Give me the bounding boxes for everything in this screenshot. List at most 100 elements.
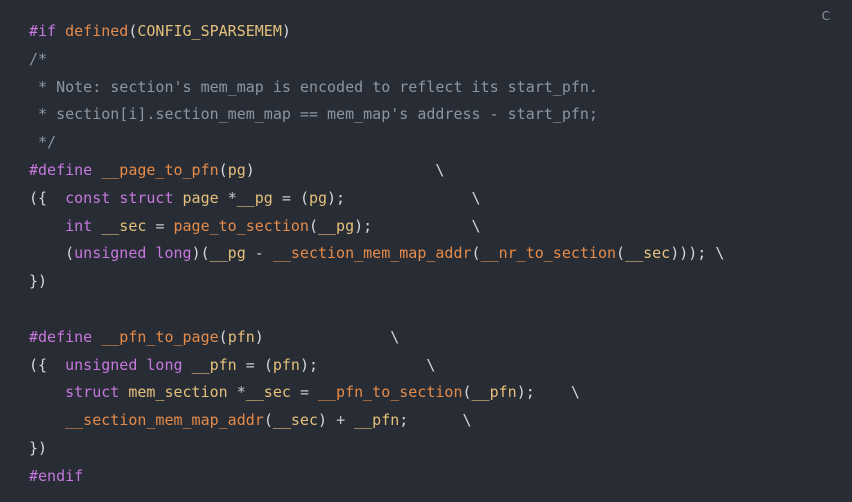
code-token: * Note: section's mem_map is encoded to … [29,77,598,96]
code-token: defined [65,22,129,40]
code-token: ({ [29,355,66,374]
code-token: \ [372,216,481,235]
code-token: #define [29,160,102,179]
code-token: + [336,411,355,430]
code-token: ))); \ [670,244,725,263]
code-token: page [182,188,228,207]
code-token: = [299,383,318,402]
code-line: __section_mem_map_addr(__sec) + __pfn; \ [29,407,724,435]
code-token: __pfn [471,383,517,402]
code-line: }) [29,435,724,463]
code-block: C #if defined ( CONFIG_SPARSEMEM) /* * Note… [0,0,852,502]
code-token: \ [263,327,400,346]
code-line: /* [29,46,724,74]
code-token: ( [299,188,309,207]
code-token: ) [318,411,337,430]
code-line: ({ const struct page *__pg = (pg); \ [29,185,724,213]
code-line: }) [29,268,724,296]
code-token: int [65,216,102,235]
code-token: __sec [625,244,671,263]
code-token: __section_mem_map_addr [272,244,472,263]
code-token: __section_mem_map_addr [65,411,264,430]
code-token: long [146,355,192,374]
code-content: #if defined ( CONFIG_SPARSEMEM) /* * Note: … [29,18,724,491]
code-token: unsigned [65,355,147,374]
code-token: ( [218,160,228,179]
code-token: __sec [272,411,318,430]
code-token: const [65,188,120,207]
code-token: \ [254,160,445,179]
code-token: }) [29,438,48,457]
code-token: __sec [101,216,156,235]
code-line: ({ unsigned long __pfn = (pfn); \ [29,352,724,380]
code-token: unsigned [74,244,156,263]
code-token: \ [345,188,481,207]
code-token: /* [29,49,48,68]
code-token: pfn [227,327,255,346]
code-token: mem_section [128,383,237,402]
code-token: pg [308,188,328,207]
code-token: __sec [245,383,300,402]
code-token: ( [218,327,228,346]
code-token: long [155,244,192,263]
code-token: #endif [29,466,84,485]
code-line: */ [29,129,724,157]
code-line: int __sec = page_to_section(__pg); \ [29,213,724,241]
code-token: __pfn_to_section [318,383,463,402]
code-token: __nr_to_section [480,244,617,263]
code-token: ( [462,383,472,402]
code-token: ( [308,216,318,235]
code-token: \ [534,383,580,402]
code-token: = [281,188,300,207]
code-token: struct [65,383,129,402]
code-token: ; [399,411,409,430]
code-token: */ [29,133,57,152]
code-line: #define __page_to_pfn(pg) \ [29,157,724,185]
code-token: #if [29,22,66,40]
code-token: #define [29,327,102,346]
code-token: )( [191,244,210,263]
code-token: * section[i].section_mem_map == mem_map'… [29,105,598,124]
code-token: ) [281,22,291,40]
code-token: __pg [318,216,355,235]
code-token: pfn [272,355,300,374]
code-token: - [254,244,273,263]
code-token: __pfn [191,355,246,374]
code-token: = [155,216,174,235]
code-token: __pfn_to_page [101,327,219,346]
code-token: ) [254,327,264,346]
code-token: page_to_section [173,216,309,235]
code-token: \ [408,411,472,430]
code-token: ( [263,411,273,430]
code-token: ); [516,383,535,402]
code-token: ( [29,244,75,263]
code-token: ); [354,216,373,235]
code-token: __page_to_pfn [101,160,219,179]
code-token: __pfn [354,411,400,430]
code-token: * [236,383,246,402]
code-token: __pg [209,244,255,263]
code-token: = [245,355,264,374]
code-token: ); [299,355,318,374]
code-token: ( [471,244,481,263]
code-token: pg [227,160,246,179]
code-line: * Note: section's mem_map is encoded to … [29,74,724,102]
code-line: #endif [29,463,724,491]
code-token: __pg [236,188,282,207]
code-token: struct [119,188,183,207]
code-token: \ [318,355,436,374]
code-token: }) [29,272,48,291]
copy-button[interactable]: C [822,8,830,24]
code-line: struct mem_section *__sec = __pfn_to_sec… [29,379,724,407]
code-token: CONFIG_SPARSEMEM [137,22,282,40]
code-token: ({ [29,188,66,207]
code-token: ); [327,188,346,207]
code-line: * section[i].section_mem_map == mem_map'… [29,101,724,129]
code-line: (unsigned long)(__pg - __section_mem_map… [29,240,724,268]
code-token: ( [616,244,626,263]
code-token: ( [263,355,273,374]
